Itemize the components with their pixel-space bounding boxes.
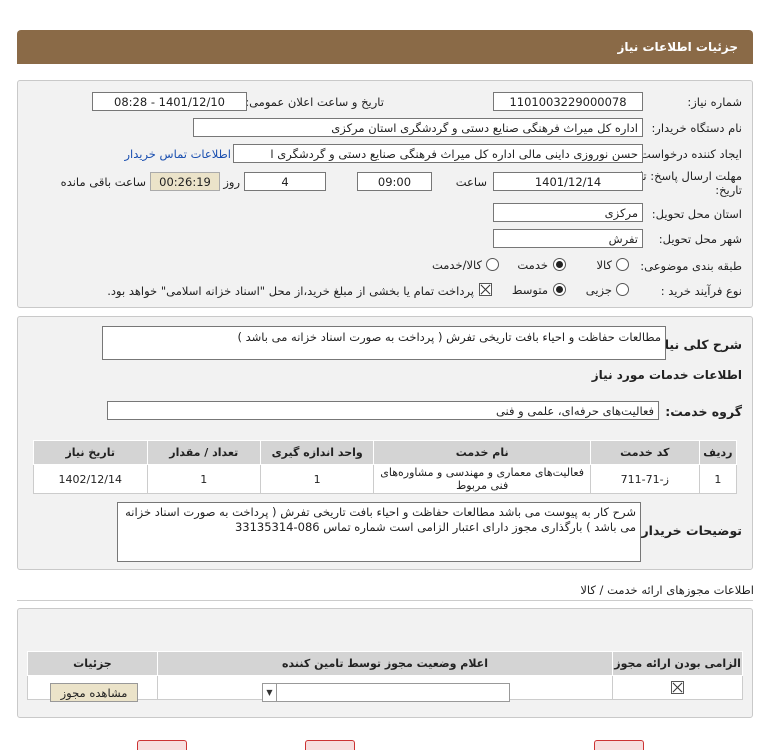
service-group-field: فعالیت‌های حرفه‌ای، علمی و فنی: [107, 401, 659, 420]
col-permit-status: اعلام وضعیت مجوز توسط تامین کننده: [156, 651, 614, 676]
summary-field: مطالعات حفاظت و احیاء بافت تاریخی تفرش (…: [102, 326, 666, 360]
permits-panel: الزامی بودن ارائه مجوز اعلام وضعیت مجوز …: [17, 608, 753, 718]
process-radio-medium[interactable]: [553, 283, 566, 296]
process-radio-minor[interactable]: [616, 283, 629, 296]
permit-required-checkbox: [671, 681, 685, 695]
permits-table-header: الزامی بودن ارائه مجوز اعلام وضعیت مجوز …: [27, 651, 743, 676]
category-label: طبقه بندی موضوعی:: [640, 259, 742, 273]
deadline-label: مهلت ارسال پاسخ: تا: [639, 169, 742, 183]
need-number-label: شماره نیاز:: [687, 95, 742, 109]
page-header: جزئیات اطلاعات نیاز: [17, 30, 753, 64]
need-number-field: 1101003229000078: [493, 92, 643, 111]
category-radio-service[interactable]: [553, 258, 566, 271]
buyer-org-label: نام دستگاه خریدار:: [651, 121, 742, 135]
permit-status-select[interactable]: ▼: [262, 683, 510, 702]
page-title: جزئیات اطلاعات نیاز: [617, 40, 738, 54]
buyer-notes-field: شرح کار به پیوست می باشد مطالعات حفاظت و…: [117, 502, 641, 562]
city-label: شهر محل تحویل:: [658, 232, 742, 246]
cell-need-date: 1402/12/14: [33, 464, 148, 494]
process-option-medium: متوسط: [511, 283, 548, 297]
city-field: تفرش: [493, 229, 643, 248]
table-row: 1 ز-71-711 فعالیت‌های معماری و مهندسی و …: [33, 464, 738, 494]
category-radio-goods[interactable]: [616, 258, 629, 271]
bottom-action-button-right[interactable]: [594, 740, 644, 750]
buyer-org-field: اداره کل میراث فرهنگی صنایع دستی و گردشگ…: [193, 118, 643, 137]
announce-label: تاریخ و ساعت اعلان عمومی:: [245, 95, 384, 109]
creator-field: حسن نوروزی داینی مالی اداره کل میراث فره…: [233, 144, 643, 163]
col-permit-required: الزامی بودن ارائه مجوز: [612, 651, 743, 676]
remaining-time-field: 00:26:19: [150, 172, 220, 191]
col-permit-details: جزئیات: [27, 651, 158, 676]
cell-unit: 1: [259, 464, 375, 494]
deadline-time-label: ساعت: [455, 175, 487, 189]
service-group-label: گروه خدمت:: [665, 404, 742, 419]
chevron-down-icon: ▼: [263, 684, 277, 701]
province-field: مرکزی: [493, 203, 643, 222]
col-service-name: نام خدمت: [373, 440, 591, 465]
need-details-panel: شرح کلی نیاز: مطالعات حفاظت و احیاء بافت…: [17, 316, 753, 570]
need-info-panel: شماره نیاز: 1101003229000078 تاریخ و ساع…: [17, 80, 753, 308]
cell-service-code: ز-71-711: [589, 464, 700, 494]
treasury-payment-checkbox[interactable]: [479, 283, 492, 296]
bottom-action-button-left[interactable]: [137, 740, 187, 750]
deadline-time-field: 09:00: [357, 172, 432, 191]
col-unit: واحد اندازه گیری: [259, 440, 375, 465]
province-label: استان محل تحویل:: [651, 207, 742, 221]
deadline-date-field: 1401/12/14: [493, 172, 643, 191]
buyer-contact-link[interactable]: اطلاعات تماس خریدار: [124, 147, 231, 161]
process-option-minor: جزیی: [585, 283, 612, 297]
category-option-goods: کالا: [596, 258, 612, 272]
col-quantity: تعداد / مقدار: [146, 440, 261, 465]
days-field: 4: [244, 172, 326, 191]
category-option-service: خدمت: [517, 258, 548, 272]
bottom-action-button-middle[interactable]: [305, 740, 355, 750]
services-section-title: اطلاعات خدمات مورد نیاز: [591, 368, 742, 382]
services-table: ردیف کد خدمت نام خدمت واحد اندازه گیری ت…: [33, 440, 738, 494]
announce-field: 1401/12/10 - 08:28: [92, 92, 247, 111]
remaining-time-label: ساعت باقی مانده: [60, 175, 146, 189]
buyer-notes-label: توضیحات خریدار:: [636, 523, 742, 538]
cell-permit-required: [612, 675, 743, 700]
category-radio-goods-service[interactable]: [486, 258, 499, 271]
category-option-goods-service: کالا/خدمت: [431, 258, 482, 272]
treasury-payment-note: پرداخت تمام یا بخشی از مبلغ خرید،از محل …: [107, 284, 474, 298]
col-service-code: کد خدمت: [589, 440, 700, 465]
permits-divider: [17, 600, 753, 601]
cell-service-name: فعالیت‌های معماری و مهندسی و مشاوره‌های …: [373, 464, 591, 494]
creator-label: ایجاد کننده درخواست:: [636, 147, 742, 161]
cell-row-number: 1: [698, 464, 738, 494]
view-permit-button[interactable]: مشاهده مجوز: [50, 683, 138, 702]
permits-section-title: اطلاعات مجوزهای ارائه خدمت / کالا: [580, 583, 754, 597]
deadline-label-date: تاریخ:: [715, 183, 742, 197]
col-need-date: تاریخ نیاز: [33, 440, 148, 465]
services-table-header: ردیف کد خدمت نام خدمت واحد اندازه گیری ت…: [33, 440, 738, 465]
cell-quantity: 1: [146, 464, 261, 494]
col-row-number: ردیف: [698, 440, 738, 465]
process-label: نوع فرآیند خرید :: [660, 284, 742, 298]
